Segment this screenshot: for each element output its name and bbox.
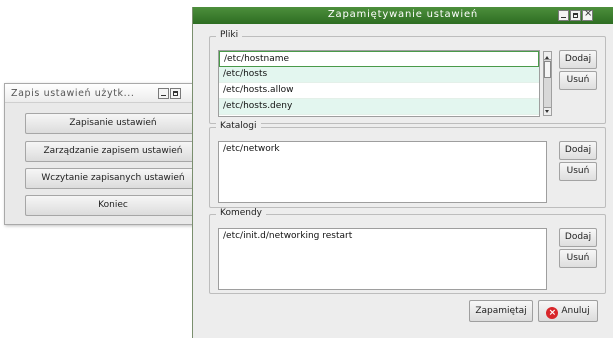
scroll-up-icon[interactable] bbox=[544, 52, 551, 60]
cancel-icon: × bbox=[546, 307, 559, 319]
files-group-label: Pliki bbox=[216, 30, 243, 40]
manage-settings-button[interactable]: Zarządzanie zapisem ustawień bbox=[25, 141, 201, 162]
minimize-icon[interactable] bbox=[158, 88, 169, 99]
files-remove-button[interactable]: Usuń bbox=[559, 71, 597, 90]
list-item[interactable]: /etc/hosts bbox=[219, 67, 539, 83]
list-item[interactable]: /etc/network bbox=[219, 142, 546, 158]
remember-settings-dialog: Zapamiętywanie ustawień Pliki /etc/hostn… bbox=[192, 7, 613, 338]
directories-group-label: Katalogi bbox=[216, 121, 261, 131]
cancel-label: Anuluj bbox=[561, 306, 590, 316]
back-window-titlebar[interactable]: Zapis ustawień użytk... bbox=[5, 84, 199, 103]
scroll-thumb[interactable] bbox=[544, 61, 551, 78]
save-settings-button[interactable]: Zapisanie ustawień bbox=[25, 113, 201, 134]
directories-remove-button[interactable]: Usuń bbox=[559, 162, 597, 181]
dialog-title: Zapamiętywanie ustawień bbox=[327, 9, 479, 20]
cancel-button[interactable]: × Anuluj bbox=[538, 300, 598, 322]
end-button[interactable]: Koniec bbox=[25, 195, 201, 216]
commands-remove-button[interactable]: Usuń bbox=[559, 249, 597, 268]
scroll-down-icon[interactable] bbox=[544, 107, 551, 115]
back-window-title: Zapis ustawień użytk... bbox=[11, 88, 135, 99]
commands-group-label: Komendy bbox=[216, 208, 267, 218]
dialog-window-controls bbox=[558, 8, 593, 21]
maximize-icon[interactable] bbox=[170, 88, 181, 99]
maximize-icon[interactable] bbox=[570, 10, 581, 21]
remember-button[interactable]: Zapamiętaj bbox=[469, 300, 533, 322]
commands-list[interactable]: /etc/init.d/networking restart bbox=[218, 228, 547, 290]
files-group: Pliki /etc/hostname /etc/hosts /etc/host… bbox=[209, 30, 606, 124]
user-settings-window: Zapis ustawień użytk... Zapisanie ustawi… bbox=[4, 83, 201, 225]
list-item[interactable]: /etc/hostname bbox=[219, 51, 539, 67]
minimize-icon[interactable] bbox=[558, 10, 569, 21]
list-item[interactable]: /etc/init.d/networking restart bbox=[219, 229, 546, 245]
files-list[interactable]: /etc/hostname /etc/hosts /etc/hosts.allo… bbox=[218, 50, 552, 117]
load-settings-button[interactable]: Wczytanie zapisanych ustawień bbox=[25, 168, 201, 189]
directories-list[interactable]: /etc/network bbox=[218, 141, 547, 203]
directories-group: Katalogi /etc/network Dodaj Usuń bbox=[209, 121, 606, 208]
commands-add-button[interactable]: Dodaj bbox=[559, 228, 597, 247]
back-window-controls bbox=[158, 88, 181, 99]
list-item[interactable]: /etc/hosts.allow bbox=[219, 83, 539, 99]
directories-add-button[interactable]: Dodaj bbox=[559, 141, 597, 160]
files-scrollbar[interactable] bbox=[543, 51, 552, 116]
files-add-button[interactable]: Dodaj bbox=[559, 50, 597, 69]
commands-group: Komendy /etc/init.d/networking restart D… bbox=[209, 208, 606, 294]
list-item[interactable]: /etc/hosts.deny bbox=[219, 99, 539, 115]
close-icon[interactable] bbox=[582, 8, 593, 21]
dialog-titlebar[interactable]: Zapamiętywanie ustawień bbox=[193, 7, 613, 24]
